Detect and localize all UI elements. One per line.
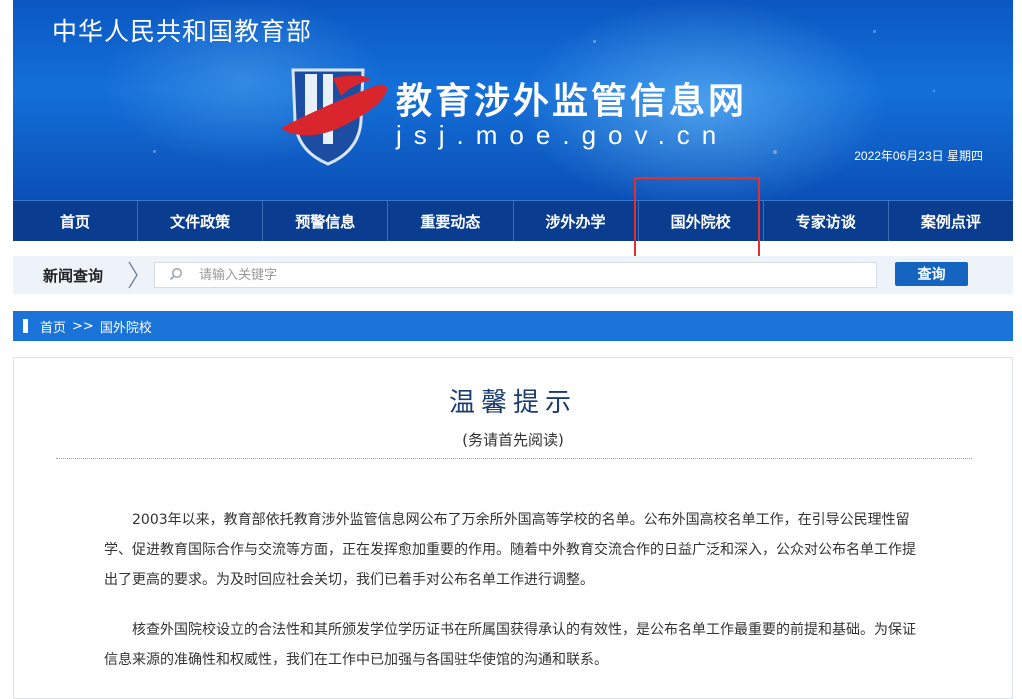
search-button[interactable]: 查询 xyxy=(895,262,968,286)
nav-item-foreign-institutions[interactable]: 国外院校 xyxy=(639,201,764,241)
nav-item-important-news[interactable]: 重要动态 xyxy=(388,201,514,241)
nav-item-policy-documents[interactable]: 文件政策 xyxy=(138,201,264,241)
ministry-name: 中华人民共和国教育部 xyxy=(52,17,313,46)
nav-item-foreign-education[interactable]: 涉外办学 xyxy=(514,201,639,241)
site-logo-icon xyxy=(281,68,388,166)
search-icon xyxy=(169,268,182,281)
breadcrumb: 首页 >> 国外院校 xyxy=(13,311,1013,341)
search-box xyxy=(154,262,877,288)
banner-sparkle xyxy=(153,150,156,153)
notice-title: 温馨提示 xyxy=(448,388,577,418)
chevron-right-icon xyxy=(128,261,138,289)
nav-item-case-reviews[interactable]: 案例点评 xyxy=(889,201,1013,241)
banner-sparkle xyxy=(873,30,876,33)
notice-paragraph: 核查外国院校设立的合法性和其所颁发学位学历证书在所属国获得承认的有效性，是公布名… xyxy=(104,622,916,668)
nav-item-expert-interviews[interactable]: 专家访谈 xyxy=(764,201,889,241)
site-domain: jsj.moe.gov.cn xyxy=(396,120,729,150)
news-search-bar: 新闻查询 查询 xyxy=(13,256,1013,294)
nav-item-home[interactable]: 首页 xyxy=(13,201,139,241)
notice-paragraph: 2003年以来，教育部依托教育涉外监管信息网公布了万余所外国高等学校的名单。公布… xyxy=(104,512,916,588)
site-banner: 中华人民共和国教育部 教育涉外监管信息网 jsj.moe.gov.cn 2022… xyxy=(13,0,1013,200)
notice-subtitle: (务请首先阅读) xyxy=(462,431,564,449)
banner-sparkle xyxy=(773,150,777,154)
banner-sparkle xyxy=(933,90,935,92)
notice-divider xyxy=(56,458,972,459)
nav-item-warnings[interactable]: 预警信息 xyxy=(263,201,389,241)
banner-sparkle xyxy=(593,40,596,43)
weekday-text: 星期四 xyxy=(946,149,983,163)
breadcrumb-current-link[interactable]: 国外院校 xyxy=(100,317,152,336)
breadcrumb-home-link[interactable]: 首页 xyxy=(40,317,66,336)
search-label: 新闻查询 xyxy=(43,267,104,285)
date-display: 2022年06月23日 星期四 xyxy=(854,147,983,164)
search-input[interactable] xyxy=(199,263,859,287)
site-title: 教育涉外监管信息网 xyxy=(396,80,748,122)
breadcrumb-marker xyxy=(23,319,28,333)
main-nav: 首页 文件政策 预警信息 重要动态 涉外办学 国外院校 专家访谈 案例点评 xyxy=(13,200,1013,241)
date-text: 2022年06月23日 xyxy=(854,149,944,163)
notice-panel: 温馨提示 (务请首先阅读) 2003年以来，教育部依托教育涉外监管信息网公布了万… xyxy=(13,357,1013,699)
breadcrumb-separator: >> xyxy=(72,318,94,334)
